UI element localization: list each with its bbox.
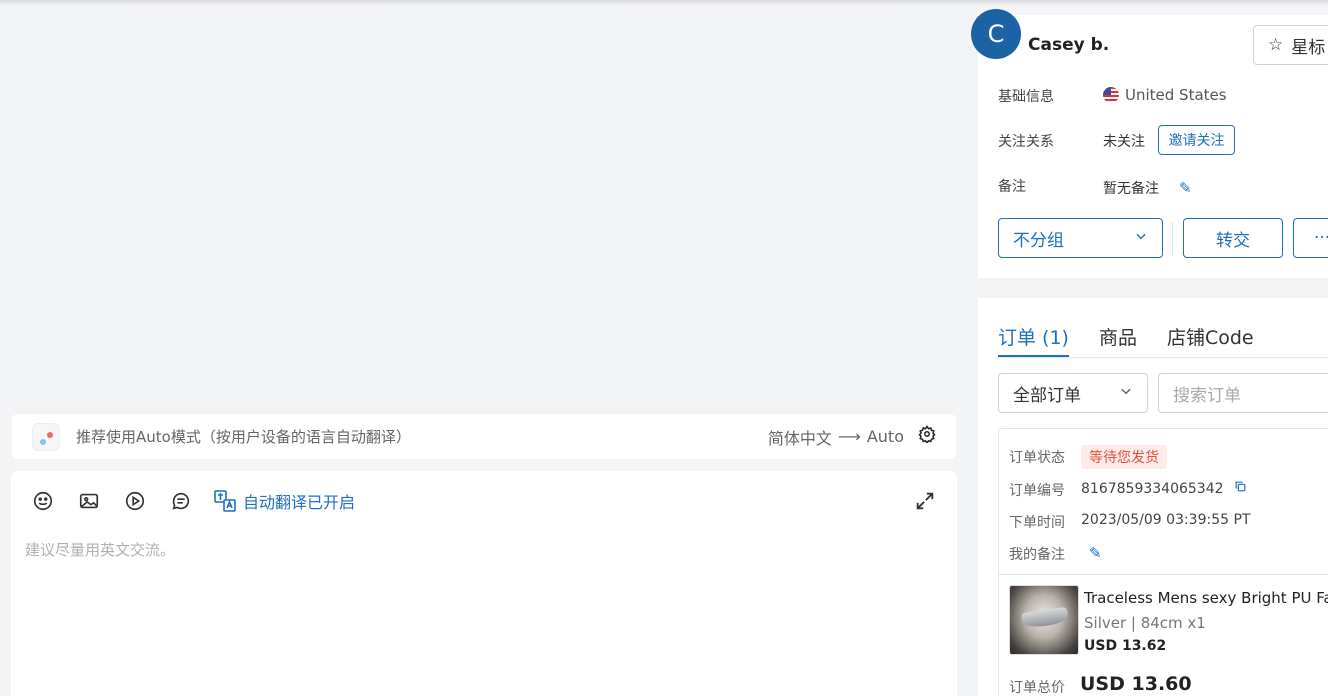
composer-toolbar: 自动翻译已开启 (11, 471, 957, 531)
divider (1172, 222, 1173, 256)
star-icon: ☆ (1268, 35, 1284, 55)
emoji-icon[interactable] (31, 489, 55, 513)
order-filter-select[interactable]: 全部订单 (998, 373, 1148, 413)
order-number-row: 8167859334065342 (1081, 480, 1247, 497)
product-thumbnail[interactable] (1009, 585, 1079, 655)
order-search-input[interactable]: 搜索订单 (1158, 373, 1328, 413)
auto-translate-toggle[interactable]: 自动翻译已开启 (213, 489, 355, 513)
us-flag-icon (1103, 87, 1119, 103)
my-note-label: 我的备注 (1009, 547, 1065, 563)
orders-tabs: 订单 (1) 商品 店铺Code (998, 323, 1254, 357)
tab-orders[interactable]: 订单 (1) (998, 323, 1069, 357)
target-language[interactable]: Auto (867, 427, 904, 446)
message-composer: 自动翻译已开启 建议尽量用英文交流。 (11, 471, 957, 696)
star-button[interactable]: ☆ 星标 (1253, 25, 1328, 65)
gear-icon[interactable] (918, 425, 936, 448)
translation-hint-bar: 推荐使用Auto模式（按用户设备的语言自动翻译） 简体中文 ⟶ Auto (12, 414, 956, 459)
country-name: United States (1125, 86, 1227, 104)
order-status-label: 订单状态 (1009, 450, 1065, 466)
video-icon[interactable] (123, 489, 147, 513)
translation-hint-text: 推荐使用Auto模式（按用户设备的语言自动翻译） (76, 428, 411, 446)
top-shadow (0, 0, 1328, 6)
transfer-button[interactable]: 转交 (1183, 218, 1283, 258)
group-select[interactable]: 不分组 (998, 218, 1163, 258)
follow-status: 未关注 (1103, 134, 1145, 150)
order-time-label: 下单时间 (1009, 515, 1065, 531)
order-status-row: 等待您发货 (1081, 445, 1167, 469)
basic-info-label: 基础信息 (998, 89, 1054, 105)
auto-translate-label: 自动翻译已开启 (243, 493, 356, 512)
product-title[interactable]: Traceless Mens sexy Bright PU Faux (1084, 589, 1328, 607)
order-filter-value: 全部订单 (1013, 385, 1081, 406)
arrow-right-icon: ⟶ (837, 427, 861, 446)
copy-icon[interactable] (1234, 480, 1247, 497)
order-divider (999, 574, 1328, 575)
language-pair[interactable]: 简体中文 ⟶ Auto (768, 425, 936, 449)
avatar: C (971, 9, 1021, 59)
group-value: 不分组 (1013, 230, 1064, 251)
app-logo-icon (32, 422, 60, 451)
tab-products[interactable]: 商品 (1099, 323, 1137, 357)
edit-note-icon[interactable]: ✎ (1179, 179, 1192, 197)
image-icon[interactable] (77, 489, 101, 513)
order-number-value: 8167859334065342 (1081, 480, 1224, 497)
expand-icon[interactable] (913, 489, 937, 513)
star-label: 星标 (1291, 37, 1326, 58)
customer-name: Casey b. (1028, 35, 1110, 55)
chevron-down-icon (1119, 383, 1133, 403)
note-row: 暂无备注 ✎ (1103, 178, 1192, 198)
my-note-row: ✎ (1081, 544, 1102, 562)
tabs-divider (998, 357, 1328, 358)
product-price: USD 13.62 (1084, 638, 1167, 654)
order-total-label: 订单总价 (1009, 680, 1065, 696)
source-language[interactable]: 简体中文 (768, 425, 832, 449)
note-label: 备注 (998, 179, 1026, 195)
note-value: 暂无备注 (1103, 181, 1159, 197)
invite-follow-button[interactable]: 邀请关注 (1158, 125, 1235, 155)
order-number-label: 订单编号 (1009, 483, 1065, 499)
quick-reply-icon[interactable] (169, 489, 193, 513)
follow-label: 关注关系 (998, 134, 1054, 150)
order-time-value: 2023/05/09 03:39:55 PT (1081, 512, 1251, 528)
product-variant: Silver | 84cm x1 (1084, 614, 1206, 632)
more-button[interactable]: ··· (1293, 218, 1328, 258)
order-total-value: USD 13.60 (1080, 673, 1192, 695)
edit-note-icon[interactable]: ✎ (1089, 544, 1102, 562)
country-value: United States (1103, 86, 1227, 104)
status-badge: 等待您发货 (1081, 445, 1167, 469)
chevron-down-icon (1134, 228, 1148, 248)
message-input[interactable]: 建议尽量用英文交流。 (11, 531, 957, 681)
tab-store-code[interactable]: 店铺Code (1167, 323, 1254, 357)
translate-icon (214, 490, 236, 512)
